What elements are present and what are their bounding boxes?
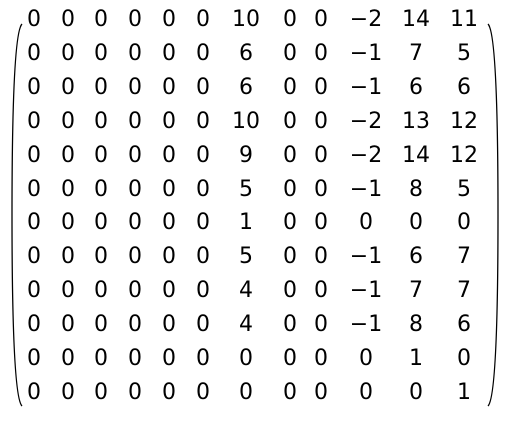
matrix-cell: −1 xyxy=(349,74,383,100)
matrix-row: 0 0 0 0 0 0 4 0 0 −1 7 7 xyxy=(0,274,514,308)
matrix-cell: 6 xyxy=(409,74,423,100)
matrix-cell: −2 xyxy=(349,7,383,32)
matrix-row: 000000100000 xyxy=(0,206,514,240)
matrix-cell: 0 xyxy=(314,278,328,304)
matrix-cell: 6 xyxy=(239,40,253,66)
matrix-cell: 12 xyxy=(450,108,478,134)
matrix: 0 0 0 0 0 0 10 0 0 −2 14 11 0 0 0 0 0 0 6 0 0 −1 7 5 0 0 0 0 0 0 6 0 0 −1… xyxy=(0,0,514,430)
matrix-cell: 0 xyxy=(409,210,423,236)
matrix-cell: 0 xyxy=(314,176,328,202)
matrix-cell: 5 xyxy=(239,244,253,270)
matrix-cell: 0 xyxy=(457,346,471,371)
matrix-cell: 14 xyxy=(402,142,430,168)
matrix-cell: 0 xyxy=(314,142,328,168)
matrix-cell: 6 xyxy=(409,244,423,270)
matrix-cell: 0 xyxy=(359,210,373,236)
matrix-cell: 6 xyxy=(457,74,471,100)
matrix-cell: 0 xyxy=(239,346,253,371)
matrix-cell: 7 xyxy=(457,278,471,304)
matrix-cell: 0 xyxy=(409,379,423,405)
matrix-cell: 4 xyxy=(239,312,253,338)
matrix-row: 0 0 0 0 0 0 5 0 0 −1 6 7 xyxy=(0,240,514,274)
matrix-row: 0 0 0 0 0 0 6 0 0 −1 7 5 xyxy=(0,37,514,71)
matrix-cell: −1 xyxy=(349,312,383,338)
matrix-cell: 1 xyxy=(457,379,471,405)
matrix-cell: 12 xyxy=(450,142,478,168)
matrix-cell: 0 xyxy=(314,108,328,134)
matrix-cell: 8 xyxy=(409,312,423,338)
matrix-cell: 6 xyxy=(457,312,471,338)
matrix-cell: −2 xyxy=(349,108,383,134)
matrix-cell: 10 xyxy=(232,108,260,134)
matrix-cell: 0 xyxy=(314,379,328,405)
matrix-cell: −1 xyxy=(349,244,383,270)
matrix-cell: 8 xyxy=(409,176,423,202)
matrix-cell: 0 xyxy=(314,346,328,371)
matrix-cell: 6 xyxy=(239,74,253,100)
matrix-cell: 0 xyxy=(314,244,328,270)
matrix-cell: 0 xyxy=(314,210,328,236)
matrix-cell: 13 xyxy=(402,108,430,134)
matrix-cell: 1 xyxy=(409,346,423,371)
matrix-row: 000000000010 xyxy=(0,342,514,376)
matrix-cell: 0 xyxy=(314,40,328,66)
matrix-cell: −2 xyxy=(349,142,383,168)
matrix-cell: 10 xyxy=(232,7,260,32)
matrix-cell: −1 xyxy=(349,40,383,66)
matrix-cell: 7 xyxy=(457,244,471,270)
matrix-row: 000000000001 xyxy=(0,376,514,410)
matrix-cell: 11 xyxy=(450,7,478,32)
matrix-cell: 7 xyxy=(409,40,423,66)
matrix-row: 0 0 0 0 0 0 5 0 0 −1 8 5 xyxy=(0,173,514,207)
matrix-cell: −1 xyxy=(349,278,383,304)
matrix-cell: 4 xyxy=(239,278,253,304)
matrix-row: 0 0 0 0 0 0 9 0 0 −2 14 12 xyxy=(0,139,514,173)
matrix-row: 0 0 0 0 0 0 10 0 0 −2 14 11 xyxy=(0,3,514,37)
matrix-row: 0 0 0 0 0 0 4 0 0 −1 8 6 xyxy=(0,308,514,342)
matrix-cell: −1 xyxy=(349,176,383,202)
matrix-cell: 14 xyxy=(402,7,430,32)
matrix-cell: 5 xyxy=(239,176,253,202)
matrix-cell: 5 xyxy=(457,176,471,202)
matrix-cell: 9 xyxy=(239,142,253,168)
matrix-row: 0 0 0 0 0 0 10 0 0 −2 13 12 xyxy=(0,105,514,139)
matrix-cell: 7 xyxy=(409,278,423,304)
matrix-cell: 0 xyxy=(359,379,373,405)
matrix-cell: 1 xyxy=(239,210,253,236)
matrix-cell: 0 xyxy=(457,210,471,236)
matrix-row: 0 0 0 0 0 0 6 0 0 −1 6 6 xyxy=(0,71,514,105)
matrix-cell: 0 xyxy=(314,74,328,100)
matrix-cell: 0 xyxy=(314,312,328,338)
matrix-cell: 0 xyxy=(359,346,373,371)
matrix-cell: 0 xyxy=(239,379,253,405)
matrix-cell: 5 xyxy=(457,40,471,66)
matrix-cell: 0 xyxy=(314,7,328,32)
